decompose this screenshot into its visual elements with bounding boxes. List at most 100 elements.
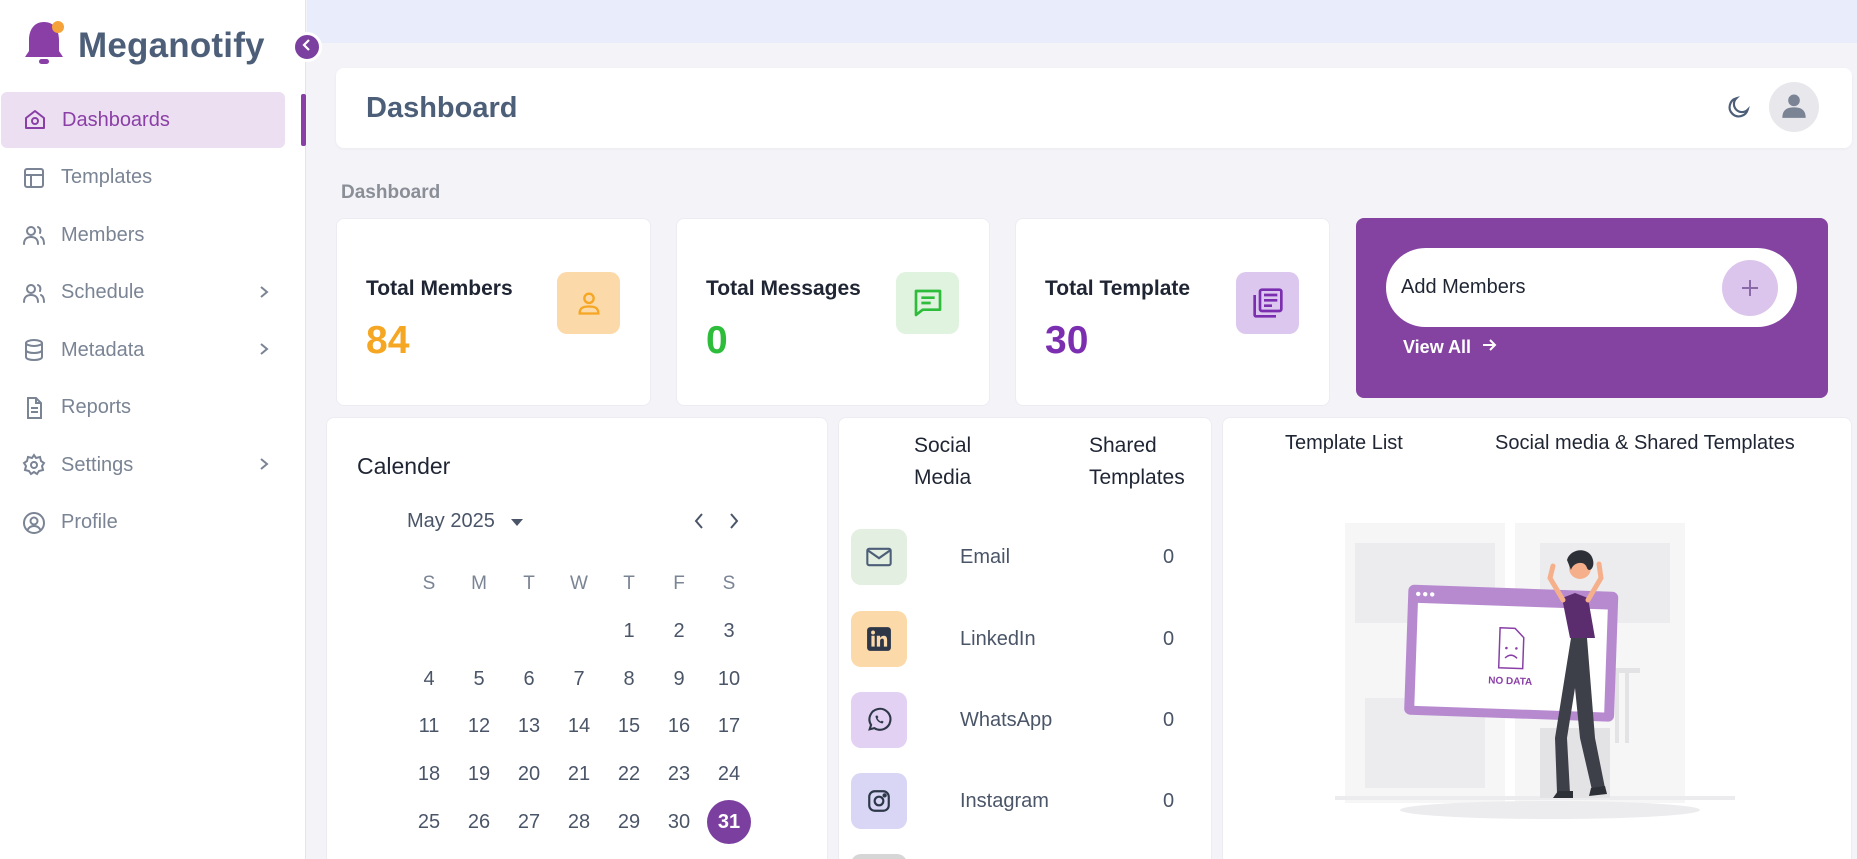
stat-title: Total Template — [1045, 277, 1191, 300]
shared-templates-header: Shared Templates — [1089, 430, 1185, 494]
sidebar-item-settings[interactable]: Settings — [0, 437, 306, 493]
sidebar-item-reports[interactable]: Reports — [0, 380, 306, 436]
active-indicator — [301, 94, 306, 146]
stat-card-templates[interactable]: Total Template 30 — [1015, 218, 1330, 406]
moon-icon[interactable] — [1726, 94, 1752, 125]
list-item[interactable]: Instagram 0 — [851, 773, 1211, 831]
users-icon — [22, 281, 46, 305]
calendar-day[interactable]: 20 — [504, 751, 554, 799]
view-all-label: View All — [1403, 337, 1472, 357]
add-members-button[interactable]: Add Members — [1386, 248, 1797, 327]
month-select[interactable]: May 2025 — [407, 510, 523, 533]
sidebar-item-label: Settings — [61, 453, 134, 476]
sidebar-item-profile[interactable]: Profile — [0, 495, 306, 551]
weekday-label: M — [471, 572, 487, 594]
user-circle-icon — [22, 511, 46, 535]
calendar-day[interactable]: 27 — [504, 798, 554, 846]
list-item[interactable]: LinkedIn 0 — [851, 611, 1211, 669]
chevron-left-icon[interactable] — [693, 512, 705, 535]
stat-value: 84 — [366, 319, 410, 362]
calendar-day[interactable]: 4 — [404, 655, 454, 703]
calendar-day[interactable]: 30 — [654, 798, 704, 846]
sidebar-collapse-button[interactable] — [292, 32, 322, 62]
calendar-day[interactable]: 16 — [654, 703, 704, 751]
header-line: Social — [914, 434, 972, 457]
chevron-right-icon[interactable] — [728, 512, 740, 535]
platform-count: 0 — [1163, 709, 1175, 731]
stat-title: Total Members — [366, 277, 513, 300]
user-icon — [1780, 91, 1808, 124]
brand[interactable]: Meganotify — [22, 18, 265, 73]
view-all-link[interactable]: View All — [1403, 337, 1497, 358]
list-item[interactable]: Email 0 — [851, 529, 1211, 587]
calendar-day[interactable]: 8 — [604, 655, 654, 703]
calendar-blank — [554, 608, 604, 656]
layout-icon — [22, 166, 46, 190]
no-data-illustration: NO DATA — [1305, 498, 1765, 853]
sidebar-item-label: Members — [61, 223, 145, 246]
chevron-right-icon — [258, 340, 270, 363]
calendar-day[interactable]: 25 — [404, 798, 454, 846]
calendar-day[interactable]: 12 — [454, 703, 504, 751]
calendar-day[interactable]: 15 — [604, 703, 654, 751]
calendar-day[interactable]: 10 — [704, 655, 754, 703]
calendar-day-selected[interactable]: 31 — [704, 798, 754, 846]
calendar-day[interactable]: 21 — [554, 751, 604, 799]
calendar-day[interactable]: 14 — [554, 703, 604, 751]
database-icon — [22, 338, 46, 362]
calendar-day[interactable]: 3 — [704, 608, 754, 656]
calendar-blank — [454, 608, 504, 656]
stat-value: 30 — [1045, 319, 1089, 362]
calendar-day[interactable]: 13 — [504, 703, 554, 751]
calendar-day[interactable]: 26 — [454, 798, 504, 846]
calendar-day[interactable]: 29 — [604, 798, 654, 846]
top-strip — [307, 0, 1857, 43]
plus-icon[interactable] — [1722, 260, 1778, 316]
stat-title: Total Messages — [706, 277, 861, 300]
calendar-day-label: 31 — [707, 800, 751, 845]
sidebar-item-members[interactable]: Members — [0, 207, 306, 263]
stat-card-messages[interactable]: Total Messages 0 — [676, 218, 990, 406]
calendar-day[interactable]: 6 — [504, 655, 554, 703]
user-icon — [557, 272, 620, 334]
social-media-card: Social Media Shared Templates Email 0 Li… — [838, 417, 1212, 859]
add-members-card: Add Members View All — [1356, 218, 1828, 398]
calendar-blank — [404, 608, 454, 656]
calendar-day[interactable]: 17 — [704, 703, 754, 751]
breadcrumb[interactable]: Dashboard — [341, 182, 440, 204]
sidebar-item-metadata[interactable]: Metadata — [0, 322, 306, 378]
calendar-day[interactable]: 22 — [604, 751, 654, 799]
calendar-day[interactable]: 9 — [654, 655, 704, 703]
weekday-label: F — [673, 572, 685, 594]
platform-name: Email — [960, 546, 1011, 568]
stat-card-members[interactable]: Total Members 84 — [336, 218, 651, 406]
no-data-label: NO DATA — [1488, 675, 1532, 688]
calendar-day[interactable]: 24 — [704, 751, 754, 799]
header-line: Media — [914, 466, 972, 489]
shared-templates-header: Social media & Shared Templates — [1495, 432, 1795, 454]
calendar-day[interactable]: 1 — [604, 608, 654, 656]
list-item[interactable]: WhatsApp 0 — [851, 692, 1211, 750]
calendar-day[interactable]: 18 — [404, 751, 454, 799]
whatsapp-icon — [851, 692, 907, 748]
calendar-day[interactable]: 7 — [554, 655, 604, 703]
calendar-day[interactable]: 5 — [454, 655, 504, 703]
sidebar-item-dashboards[interactable]: Dashboards — [1, 92, 285, 148]
calendar-day[interactable]: 28 — [554, 798, 604, 846]
template-list-card: Template List Social media & Shared Temp… — [1222, 417, 1852, 859]
calendar-day[interactable]: 2 — [654, 608, 704, 656]
avatar[interactable] — [1769, 82, 1819, 132]
mail-icon — [851, 529, 907, 585]
sidebar-item-templates[interactable]: Templates — [0, 150, 306, 206]
sidebar-item-label: Templates — [61, 166, 153, 188]
platform-count: 0 — [1163, 790, 1175, 812]
calendar-blank — [504, 608, 554, 656]
sidebar-item-schedule[interactable]: Schedule — [0, 265, 306, 321]
calendar-day[interactable]: 11 — [404, 703, 454, 751]
calendar-day[interactable]: 23 — [654, 751, 704, 799]
platform-name: LinkedIn — [960, 628, 1036, 650]
header-line: Shared — [1089, 434, 1157, 457]
sidebar-item-label: Schedule — [61, 281, 145, 303]
arrow-right-icon — [1471, 337, 1497, 358]
calendar-day[interactable]: 19 — [454, 751, 504, 799]
